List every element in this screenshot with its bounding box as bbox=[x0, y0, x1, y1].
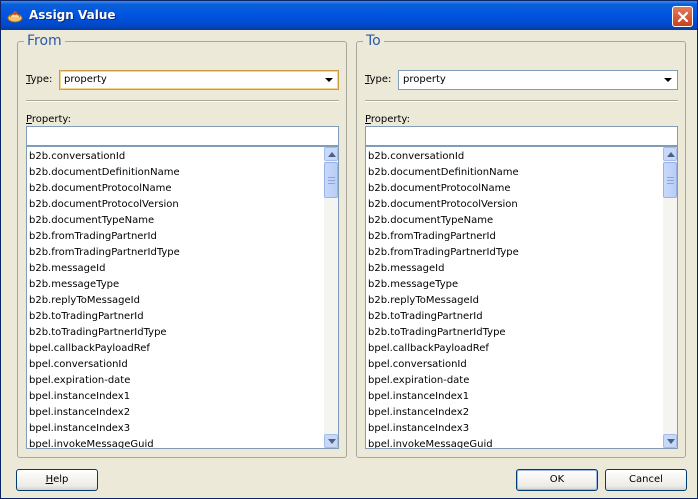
list-item[interactable]: b2b.fromTradingPartnerIdType bbox=[366, 245, 663, 261]
list-item[interactable]: b2b.documentProtocolVersion bbox=[366, 197, 663, 213]
list-item[interactable]: b2b.toTradingPartnerId bbox=[27, 309, 324, 325]
assign-value-dialog: Assign Value From Type: property Propert… bbox=[0, 0, 698, 499]
close-icon bbox=[677, 11, 689, 23]
to-type-value: property bbox=[403, 74, 446, 85]
list-item[interactable]: b2b.messageId bbox=[366, 261, 663, 277]
cancel-button[interactable]: Cancel bbox=[605, 469, 687, 491]
list-item[interactable]: b2b.fromTradingPartnerId bbox=[27, 229, 324, 245]
list-item[interactable]: bpel.instanceIndex1 bbox=[366, 389, 663, 405]
list-item[interactable]: b2b.documentTypeName bbox=[27, 213, 324, 229]
from-type-label: Type: bbox=[26, 74, 53, 85]
scroll-down-icon[interactable] bbox=[324, 434, 338, 448]
list-item[interactable]: b2b.conversationId bbox=[366, 149, 663, 165]
list-item[interactable]: b2b.documentProtocolName bbox=[27, 181, 324, 197]
to-panel: To Type: property Property: b2b.conversa… bbox=[356, 33, 686, 458]
list-item[interactable]: bpel.instanceIndex2 bbox=[366, 405, 663, 421]
to-property-label: Property: bbox=[365, 114, 410, 125]
list-item[interactable]: bpel.callbackPayloadRef bbox=[366, 341, 663, 357]
list-item[interactable]: bpel.conversationId bbox=[27, 357, 324, 373]
list-item[interactable]: b2b.replyToMessageId bbox=[366, 293, 663, 309]
scroll-up-icon[interactable] bbox=[324, 147, 338, 161]
chevron-down-icon[interactable] bbox=[321, 72, 337, 88]
list-item[interactable]: b2b.conversationId bbox=[27, 149, 324, 165]
separator bbox=[365, 100, 678, 102]
scroll-thumb[interactable] bbox=[324, 162, 338, 198]
list-item[interactable]: b2b.documentTypeName bbox=[366, 213, 663, 229]
list-item[interactable]: bpel.expiration-date bbox=[27, 373, 324, 389]
list-item[interactable]: b2b.toTradingPartnerIdType bbox=[366, 325, 663, 341]
list-item[interactable]: b2b.fromTradingPartnerId bbox=[366, 229, 663, 245]
from-property-label: Property: bbox=[26, 114, 71, 125]
window-title: Assign Value bbox=[29, 8, 116, 22]
from-scrollbar[interactable] bbox=[324, 147, 338, 448]
list-item[interactable]: bpel.instanceIndex1 bbox=[27, 389, 324, 405]
list-item[interactable]: bpel.instanceIndex2 bbox=[27, 405, 324, 421]
from-type-dropdown[interactable]: property bbox=[59, 70, 339, 90]
close-button[interactable] bbox=[672, 6, 693, 27]
list-item[interactable]: b2b.documentProtocolName bbox=[366, 181, 663, 197]
from-type-value: property bbox=[64, 74, 107, 85]
list-item[interactable]: bpel.callbackPayloadRef bbox=[27, 341, 324, 357]
to-property-list[interactable]: b2b.conversationId b2b.documentDefinition… bbox=[365, 146, 678, 449]
to-property-input[interactable] bbox=[365, 126, 678, 146]
list-item[interactable]: b2b.replyToMessageId bbox=[27, 293, 324, 309]
from-panel: From Type: property Property: b2b.conver… bbox=[17, 33, 347, 458]
list-item[interactable]: b2b.fromTradingPartnerIdType bbox=[27, 245, 324, 261]
scroll-down-icon[interactable] bbox=[663, 434, 677, 448]
list-item[interactable]: b2b.messageId bbox=[27, 261, 324, 277]
list-item[interactable]: b2b.documentProtocolVersion bbox=[27, 197, 324, 213]
list-item[interactable]: bpel.expiration-date bbox=[366, 373, 663, 389]
list-item[interactable]: b2b.messageType bbox=[366, 277, 663, 293]
list-item[interactable]: bpel.invokeMessageGuid bbox=[366, 437, 663, 448]
to-legend: To bbox=[363, 33, 384, 49]
from-property-input[interactable] bbox=[26, 126, 339, 146]
ok-button[interactable]: OK bbox=[516, 469, 598, 491]
to-type-label: Type: bbox=[365, 74, 392, 85]
separator bbox=[26, 100, 339, 102]
list-item[interactable]: b2b.documentDefinitionName bbox=[366, 165, 663, 181]
app-icon bbox=[7, 8, 23, 24]
help-button[interactable]: Help bbox=[16, 469, 98, 491]
list-item[interactable]: bpel.instanceIndex3 bbox=[27, 421, 324, 437]
from-property-list[interactable]: b2b.conversationId b2b.documentDefinition… bbox=[26, 146, 339, 449]
list-item[interactable]: bpel.conversationId bbox=[366, 357, 663, 373]
from-legend: From bbox=[24, 33, 65, 49]
list-item[interactable]: bpel.instanceIndex3 bbox=[366, 421, 663, 437]
from-list-items: b2b.conversationId b2b.documentDefinition… bbox=[27, 149, 324, 448]
list-item[interactable]: b2b.toTradingPartnerId bbox=[366, 309, 663, 325]
list-item[interactable]: bpel.invokeMessageGuid bbox=[27, 437, 324, 448]
list-item[interactable]: b2b.toTradingPartnerIdType bbox=[27, 325, 324, 341]
scroll-up-icon[interactable] bbox=[663, 147, 677, 161]
chevron-down-icon[interactable] bbox=[660, 72, 676, 88]
to-list-items: b2b.conversationId b2b.documentDefinition… bbox=[366, 149, 663, 448]
title-bar[interactable]: Assign Value bbox=[1, 1, 697, 30]
list-item[interactable]: b2b.documentDefinitionName bbox=[27, 165, 324, 181]
list-item[interactable]: b2b.messageType bbox=[27, 277, 324, 293]
scroll-thumb[interactable] bbox=[663, 162, 677, 198]
to-scrollbar[interactable] bbox=[663, 147, 677, 448]
to-type-dropdown[interactable]: property bbox=[398, 70, 678, 90]
